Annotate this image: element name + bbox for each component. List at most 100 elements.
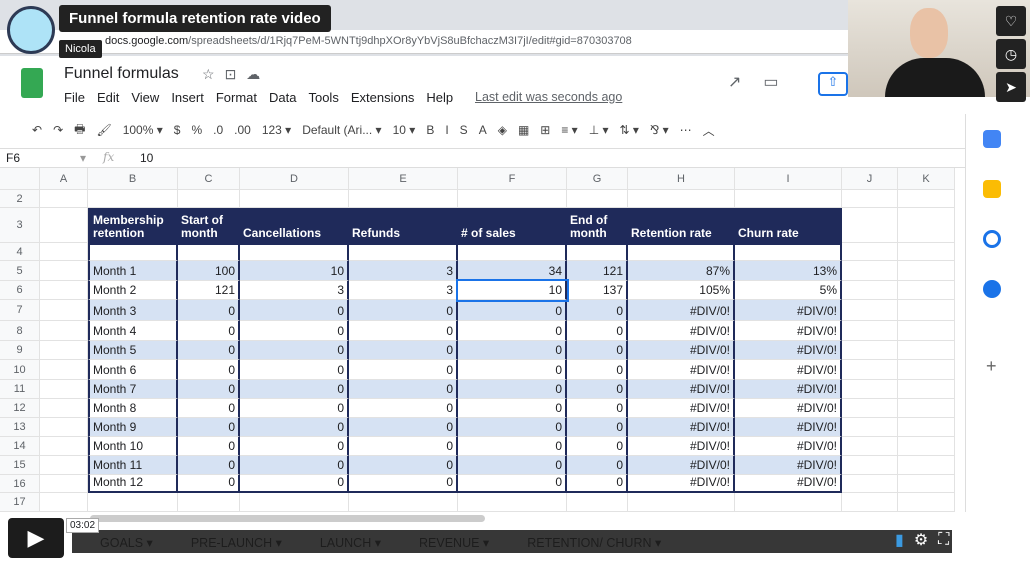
table-cell[interactable]: 0 bbox=[567, 399, 628, 418]
toolbar-button[interactable]: Default (Ari... ▾ bbox=[302, 123, 381, 137]
selected-cell[interactable]: 10 bbox=[456, 279, 569, 302]
url-text[interactable]: docs.google.com/spreadsheets/d/1Rjq7PeM-… bbox=[105, 35, 632, 47]
table-cell[interactable]: 13% bbox=[735, 261, 842, 281]
table-cell[interactable]: 0 bbox=[178, 437, 240, 456]
empty-cell[interactable] bbox=[842, 418, 898, 437]
empty-cell[interactable] bbox=[842, 380, 898, 399]
menu-edit[interactable]: Edit bbox=[97, 90, 119, 105]
empty-cell[interactable] bbox=[842, 300, 898, 321]
toolbar-button[interactable]: 100% ▾ bbox=[123, 123, 163, 137]
table-cell[interactable]: 0 bbox=[458, 456, 567, 475]
empty-cell[interactable] bbox=[40, 493, 88, 512]
column-header-J[interactable]: J bbox=[842, 168, 898, 190]
column-header-B[interactable]: B bbox=[88, 168, 178, 190]
empty-cell[interactable] bbox=[735, 493, 842, 512]
toolbar-button[interactable]: 🖶 bbox=[74, 120, 85, 141]
empty-cell[interactable] bbox=[898, 437, 955, 456]
empty-cell[interactable] bbox=[40, 341, 88, 360]
empty-cell[interactable] bbox=[240, 243, 349, 261]
toolbar-button[interactable]: ↶ bbox=[32, 123, 42, 137]
empty-cell[interactable] bbox=[240, 493, 349, 512]
row-header[interactable]: 4 bbox=[0, 243, 40, 261]
table-cell[interactable]: 100 bbox=[178, 261, 240, 281]
table-cell[interactable]: 0 bbox=[567, 418, 628, 437]
horizontal-scrollbar[interactable] bbox=[90, 515, 485, 522]
empty-cell[interactable] bbox=[735, 243, 842, 261]
name-box[interactable]: F6 bbox=[6, 151, 20, 165]
table-cell[interactable]: 0 bbox=[240, 360, 349, 380]
table-cell[interactable]: 0 bbox=[240, 475, 349, 493]
empty-cell[interactable] bbox=[628, 190, 735, 208]
play-button[interactable]: ▶ bbox=[8, 518, 64, 558]
video-author[interactable]: Nicola bbox=[59, 40, 102, 58]
table-cell[interactable]: 87% bbox=[628, 261, 735, 281]
table-cell[interactable]: 0 bbox=[567, 360, 628, 380]
add-addon-icon[interactable]: + bbox=[986, 356, 997, 377]
table-cell[interactable]: Month 7 bbox=[88, 380, 178, 399]
table-cell[interactable]: #DIV/0! bbox=[628, 300, 735, 321]
table-cell[interactable]: 0 bbox=[458, 360, 567, 380]
table-cell[interactable]: Month 5 bbox=[88, 341, 178, 360]
table-cell[interactable]: 0 bbox=[178, 475, 240, 493]
table-cell[interactable]: #DIV/0! bbox=[735, 321, 842, 341]
empty-cell[interactable] bbox=[567, 190, 628, 208]
table-cell[interactable]: 0 bbox=[349, 360, 458, 380]
column-header-A[interactable]: A bbox=[40, 168, 88, 190]
empty-cell[interactable] bbox=[842, 437, 898, 456]
table-cell[interactable]: 0 bbox=[349, 300, 458, 321]
menu-view[interactable]: View bbox=[131, 90, 159, 105]
toolbar-button[interactable]: ⋯ bbox=[680, 123, 692, 137]
empty-cell[interactable] bbox=[567, 243, 628, 261]
table-cell[interactable]: Month 9 bbox=[88, 418, 178, 437]
column-header-D[interactable]: D bbox=[240, 168, 349, 190]
watch-later-icon[interactable]: ◷ bbox=[996, 39, 1026, 69]
toolbar-button[interactable]: ⊥ ▾ bbox=[589, 123, 609, 137]
empty-cell[interactable] bbox=[40, 475, 88, 493]
toolbar-button[interactable]: I bbox=[445, 123, 448, 137]
fullscreen-icon[interactable]: ⛶ bbox=[938, 531, 949, 549]
table-cell[interactable]: 105% bbox=[628, 281, 735, 300]
empty-cell[interactable] bbox=[842, 341, 898, 360]
table-cell[interactable]: 121 bbox=[567, 261, 628, 281]
table-cell[interactable]: 0 bbox=[240, 380, 349, 399]
table-cell[interactable]: Month 3 bbox=[88, 300, 178, 321]
table-cell[interactable]: #DIV/0! bbox=[735, 341, 842, 360]
table-cell[interactable]: #DIV/0! bbox=[735, 475, 842, 493]
empty-cell[interactable] bbox=[40, 190, 88, 208]
menu-file[interactable]: File bbox=[64, 90, 85, 105]
empty-cell[interactable] bbox=[842, 475, 898, 493]
empty-cell[interactable] bbox=[88, 493, 178, 512]
empty-cell[interactable] bbox=[349, 243, 458, 261]
row-header[interactable]: 5 bbox=[0, 261, 40, 281]
trend-icon[interactable]: ↗ bbox=[728, 74, 763, 91]
empty-cell[interactable] bbox=[898, 190, 955, 208]
row-header[interactable]: 6 bbox=[0, 281, 40, 300]
toolbar-button[interactable]: ︿ bbox=[703, 122, 715, 139]
toolbar-button[interactable]: ▦ bbox=[518, 123, 529, 137]
table-cell[interactable]: 0 bbox=[567, 475, 628, 493]
empty-cell[interactable] bbox=[40, 418, 88, 437]
table-cell[interactable]: #DIV/0! bbox=[735, 360, 842, 380]
column-header-I[interactable]: I bbox=[735, 168, 842, 190]
menu-help[interactable]: Help bbox=[426, 90, 453, 105]
volume-icon[interactable]: ▮ bbox=[895, 530, 904, 550]
empty-cell[interactable] bbox=[40, 360, 88, 380]
empty-cell[interactable] bbox=[88, 190, 178, 208]
table-cell[interactable]: #DIV/0! bbox=[628, 341, 735, 360]
toolbar-button[interactable]: ⊞ bbox=[540, 123, 550, 137]
formula-input[interactable]: 10 bbox=[140, 151, 153, 165]
empty-cell[interactable] bbox=[898, 261, 955, 281]
toolbar-button[interactable]: ◈ bbox=[498, 123, 507, 137]
table-cell[interactable]: 0 bbox=[567, 300, 628, 321]
row-header[interactable]: 9 bbox=[0, 341, 40, 360]
table-cell[interactable]: 0 bbox=[349, 399, 458, 418]
table-cell[interactable]: 0 bbox=[178, 321, 240, 341]
menu-tools[interactable]: Tools bbox=[308, 90, 338, 105]
table-cell[interactable]: 0 bbox=[178, 360, 240, 380]
empty-cell[interactable] bbox=[842, 190, 898, 208]
menu-format[interactable]: Format bbox=[216, 90, 257, 105]
document-title[interactable]: Funnel formulas bbox=[64, 65, 179, 83]
row-header[interactable]: 15 bbox=[0, 456, 40, 475]
row-header[interactable]: 17 bbox=[0, 493, 40, 512]
table-cell[interactable]: 3 bbox=[349, 261, 458, 281]
